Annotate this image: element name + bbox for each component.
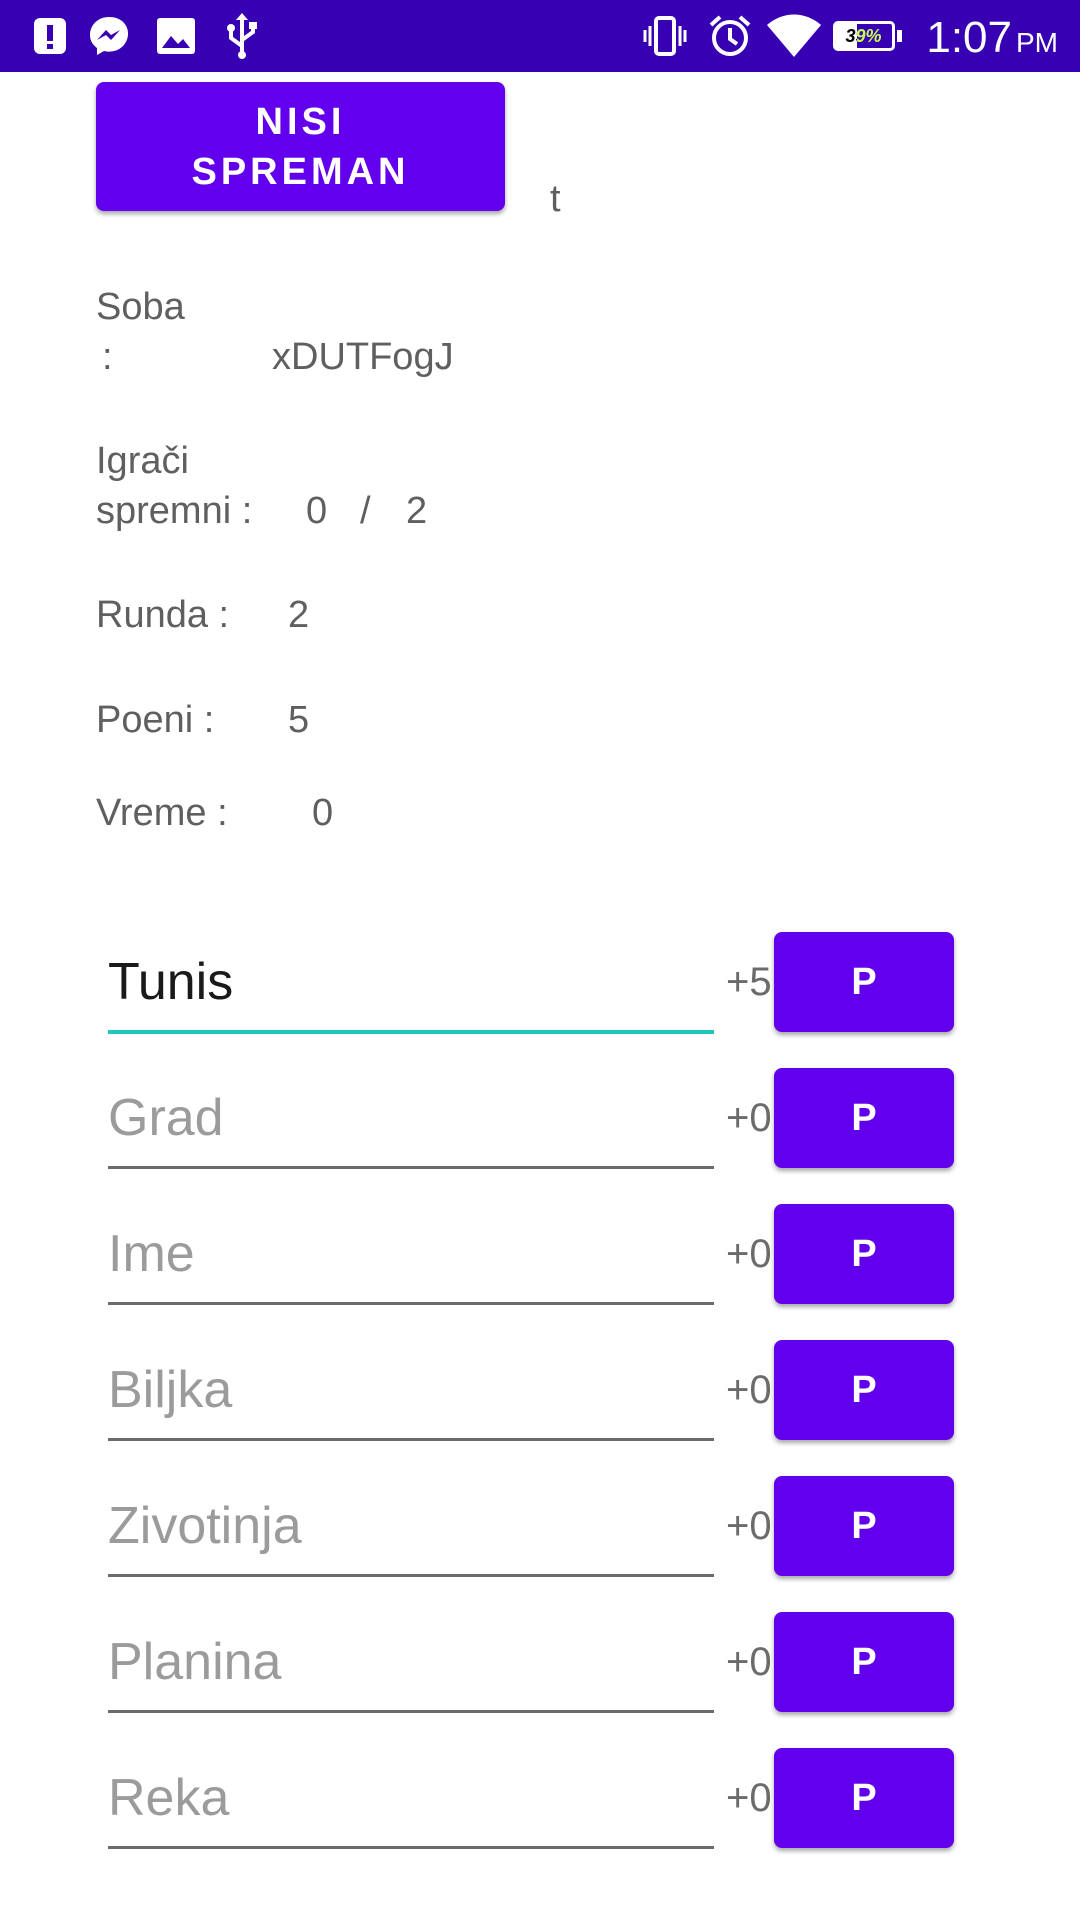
p-button[interactable]: P [774, 932, 954, 1032]
room-label: Soba [96, 286, 185, 328]
ready-button-line2: SPREMAN [191, 150, 410, 193]
status-bar: 39% 1:07 PM [0, 0, 1080, 72]
alert-icon [30, 0, 70, 72]
p-button[interactable]: P [774, 1612, 954, 1712]
mountain-field[interactable]: Planina [108, 1614, 714, 1713]
players-ready-count: 0 [306, 490, 328, 532]
answer-row: Zivotinja +0 P [0, 1476, 1080, 1578]
battery-percent: 39% [845, 26, 882, 46]
stray-text: t [550, 178, 561, 220]
not-ready-button[interactable]: NISI SPREMAN [96, 82, 505, 211]
name-field[interactable]: Ime [108, 1206, 714, 1305]
battery-icon: 39% [832, 0, 902, 72]
clock-ampm: PM [1016, 27, 1058, 58]
vibrate-icon [642, 0, 688, 72]
river-field[interactable]: Reka [108, 1750, 714, 1849]
field-points: +0 [726, 1368, 772, 1412]
round-label: Runda : [96, 594, 230, 636]
field-points: +5 [726, 960, 772, 1004]
time-label: Vreme : [96, 792, 228, 834]
p-button[interactable]: P [774, 1340, 954, 1440]
field-points: +0 [726, 1504, 772, 1548]
players-ready-label: Igrači [96, 440, 189, 482]
answer-row: Reka +0 P [0, 1748, 1080, 1850]
country-field[interactable]: Tunis [108, 934, 714, 1034]
room-label-colon: : [102, 336, 113, 378]
answer-row: Planina +0 P [0, 1612, 1080, 1714]
p-button[interactable]: P [774, 1748, 954, 1848]
players-total-count: 2 [406, 490, 428, 532]
round-value: 2 [288, 594, 310, 636]
wifi-icon [764, 0, 824, 72]
answer-row: Ime +0 P [0, 1204, 1080, 1306]
p-button[interactable]: P [774, 1204, 954, 1304]
plant-field[interactable]: Biljka [108, 1342, 714, 1441]
players-ready-label-2: spremni : [96, 490, 253, 532]
clock: 1:07 PM [926, 0, 1058, 72]
field-points: +0 [726, 1232, 772, 1276]
points-label: Poeni : [96, 699, 215, 741]
ready-button-line1: NISI [255, 100, 346, 143]
field-points: +0 [726, 1640, 772, 1684]
clock-time: 1:07 [926, 13, 1012, 62]
gallery-icon [154, 0, 198, 72]
city-field[interactable]: Grad [108, 1070, 714, 1169]
messenger-icon [86, 0, 132, 72]
field-points: +0 [726, 1096, 772, 1140]
room-code: xDUTFogJ [272, 336, 454, 378]
field-points: +0 [726, 1776, 772, 1820]
p-button[interactable]: P [774, 1476, 954, 1576]
players-ready-separator: / [360, 490, 371, 532]
answer-row: Grad +0 P [0, 1068, 1080, 1170]
alarm-icon [706, 0, 754, 72]
answer-row: Tunis +5 P [0, 932, 1080, 1034]
p-button[interactable]: P [774, 1068, 954, 1168]
usb-icon [222, 0, 262, 72]
points-value: 5 [288, 699, 310, 741]
time-value: 0 [312, 792, 334, 834]
animal-field[interactable]: Zivotinja [108, 1478, 714, 1577]
answer-row: Biljka +0 P [0, 1340, 1080, 1442]
